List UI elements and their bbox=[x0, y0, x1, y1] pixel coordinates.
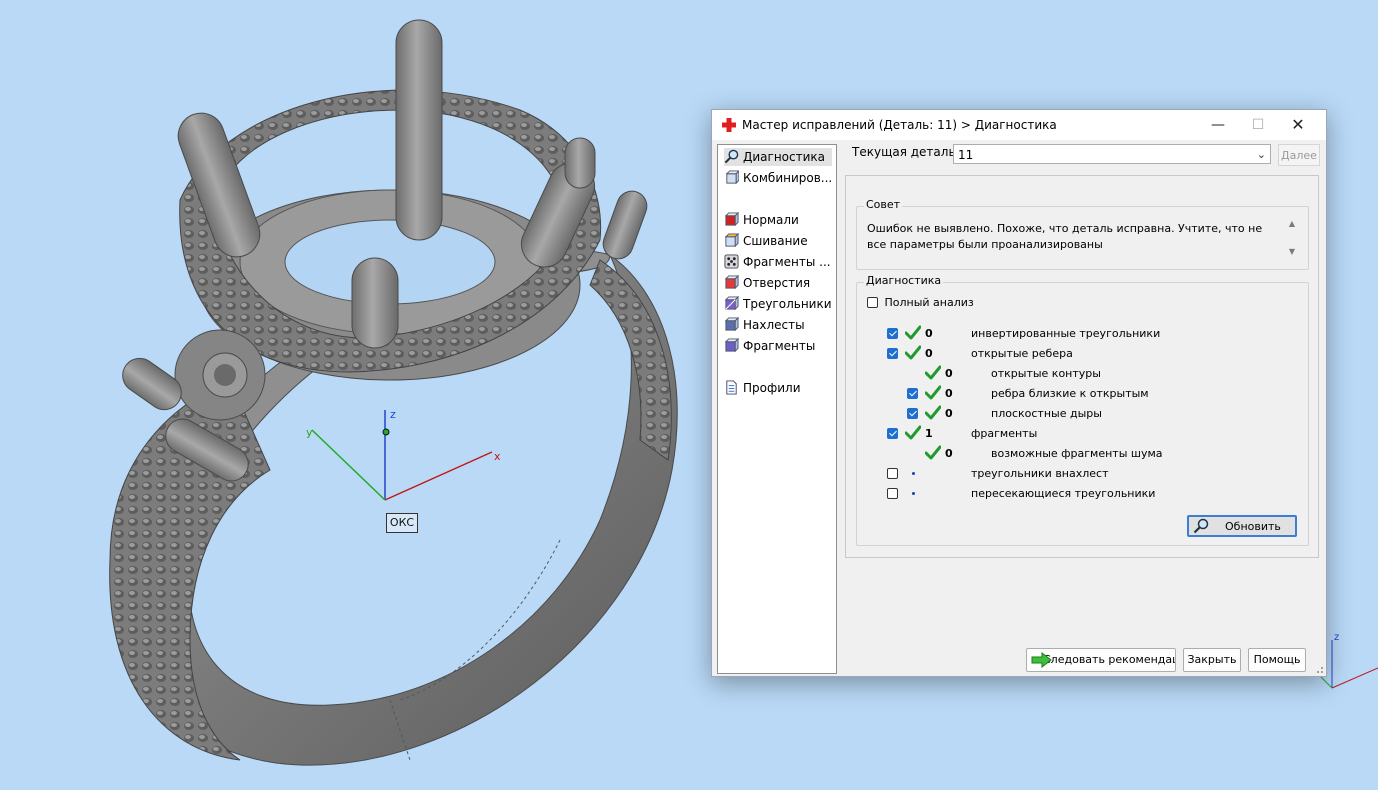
shells-cube-icon bbox=[724, 338, 739, 353]
pending-dot-icon bbox=[912, 472, 915, 475]
dialog-title: Мастер исправлений (Деталь: 11) > Диагно… bbox=[742, 118, 1057, 132]
y-axis-label: y bbox=[306, 426, 313, 439]
diagnostic-count: 0 bbox=[945, 407, 953, 420]
diagnostic-row: 0 плоскостные дыры bbox=[857, 405, 1297, 423]
green-check-icon bbox=[925, 365, 941, 380]
diagnostic-checkbox[interactable] bbox=[887, 468, 898, 479]
title-bar[interactable]: Мастер исправлений (Деталь: 11) > Диагно… bbox=[712, 110, 1326, 140]
diagnostic-row: 0 открытые ребера bbox=[857, 345, 1297, 363]
corner-z-label: z bbox=[1334, 632, 1339, 643]
diagnostic-checkbox[interactable] bbox=[887, 428, 898, 439]
red-cross-icon bbox=[722, 118, 736, 132]
advice-title: Совет bbox=[864, 198, 903, 211]
green-check-icon bbox=[905, 345, 921, 360]
full-analysis-checkbox[interactable] bbox=[867, 297, 878, 308]
follow-label: Следовать рекомендациям bbox=[1043, 653, 1175, 666]
diagnostic-label: возможные фрагменты шума bbox=[991, 447, 1163, 460]
refresh-label: Обновить bbox=[1225, 520, 1281, 533]
scroll-down-arrow-icon[interactable]: ▼ bbox=[1285, 247, 1299, 256]
green-check-icon bbox=[925, 385, 941, 400]
diagnostic-label: открытые контуры bbox=[991, 367, 1101, 380]
diagnostic-count: 0 bbox=[945, 387, 953, 400]
diagnostic-row: треугольники внахлест bbox=[857, 465, 1297, 483]
normals-cube-icon bbox=[724, 212, 739, 227]
nav-item-triangles[interactable]: Треугольники bbox=[724, 295, 832, 313]
diagnostic-count: 0 bbox=[945, 447, 953, 460]
diagnostic-row: 0 возможные фрагменты шума bbox=[857, 445, 1297, 463]
advice-group: Совет Ошибок не выявлено. Похоже, что де… bbox=[856, 198, 1309, 270]
diagnostics-group: Диагностика Полный анализ 0 инвертированн… bbox=[856, 274, 1309, 546]
nav-item-normals[interactable]: Нормали bbox=[724, 211, 832, 229]
green-check-icon bbox=[925, 405, 941, 420]
oks-label: ОКС bbox=[386, 513, 418, 533]
diagnostic-checkbox[interactable] bbox=[887, 488, 898, 499]
diagnostic-label: пересекающиеся треугольники bbox=[971, 487, 1156, 500]
fragments-dice-icon bbox=[724, 254, 739, 269]
nav-item-diagnostics[interactable]: Диагностика bbox=[724, 148, 832, 166]
nav-item-profiles[interactable]: Профили bbox=[724, 379, 832, 397]
minimize-button[interactable]: — bbox=[1198, 110, 1238, 140]
diagnostic-row: 0 ребра близкие к открытым bbox=[857, 385, 1297, 403]
close-button[interactable]: Закрыть bbox=[1183, 648, 1241, 672]
diagnostic-label: фрагменты bbox=[971, 427, 1038, 440]
next-button[interactable]: Далее bbox=[1278, 144, 1320, 166]
z-axis-label: z bbox=[390, 408, 396, 421]
profile-document-icon bbox=[726, 380, 737, 395]
diagnostic-checkbox[interactable] bbox=[907, 388, 918, 399]
diagnostic-row: пересекающиеся треугольники bbox=[857, 485, 1297, 503]
wizard-nav: Диагностика Комбиниров... Нормали Сшиван… bbox=[717, 144, 837, 674]
diagnostic-row: 0 инвертированные треугольники bbox=[857, 325, 1297, 343]
follow-recommendations-button[interactable]: Следовать рекомендациям bbox=[1026, 648, 1176, 672]
repair-wizard-dialog: Мастер исправлений (Деталь: 11) > Диагно… bbox=[711, 109, 1327, 677]
nav-item-combine[interactable]: Комбиниров... bbox=[724, 169, 832, 187]
combine-cube-icon bbox=[725, 170, 739, 185]
close-window-button[interactable]: ✕ bbox=[1278, 110, 1318, 140]
nav-item-fragments-noise[interactable]: Фрагменты ... bbox=[724, 253, 832, 271]
x-axis-label: x bbox=[494, 450, 501, 463]
magnifier-icon bbox=[724, 149, 739, 164]
green-check-icon bbox=[905, 325, 921, 340]
diagnostic-count: 0 bbox=[945, 367, 953, 380]
holes-cube-icon bbox=[724, 275, 739, 290]
diagnostic-checkbox[interactable] bbox=[887, 348, 898, 359]
help-button[interactable]: Помощь bbox=[1248, 648, 1306, 672]
resize-grip-icon[interactable] bbox=[1314, 664, 1324, 674]
current-part-label: Текущая деталь: bbox=[852, 145, 960, 159]
scroll-up-arrow-icon[interactable]: ▲ bbox=[1285, 219, 1299, 228]
current-part-value: 11 bbox=[958, 148, 974, 162]
diagnostics-page: Совет Ошибок не выявлено. Похоже, что де… bbox=[845, 175, 1319, 558]
diagnostic-count: 0 bbox=[925, 347, 933, 360]
nav-item-stitch[interactable]: Сшивание bbox=[724, 232, 832, 250]
magnifier-icon bbox=[1193, 518, 1209, 534]
full-analysis-option[interactable]: Полный анализ bbox=[867, 296, 974, 309]
diagnostic-label: инвертированные треугольники bbox=[971, 327, 1161, 340]
triangles-cube-icon bbox=[724, 296, 739, 311]
diagnostic-row: 0 открытые контуры bbox=[857, 365, 1297, 383]
maximize-button[interactable]: ☐ bbox=[1238, 110, 1278, 140]
current-part-select[interactable]: 11 ⌄ bbox=[953, 144, 1271, 164]
diagnostic-checkbox[interactable] bbox=[887, 328, 898, 339]
diagnostic-count: 0 bbox=[925, 327, 933, 340]
overlaps-cube-icon bbox=[724, 317, 739, 332]
diagnostic-label: плоскостные дыры bbox=[991, 407, 1102, 420]
diagnostic-checkbox[interactable] bbox=[907, 408, 918, 419]
green-check-icon bbox=[905, 425, 921, 440]
diagnostic-label: ребра близкие к открытым bbox=[991, 387, 1149, 400]
stitch-cube-icon bbox=[724, 233, 739, 248]
diagnostic-label: открытые ребера bbox=[971, 347, 1073, 360]
full-analysis-label: Полный анализ bbox=[884, 296, 974, 309]
chevron-down-icon: ⌄ bbox=[1256, 148, 1266, 161]
refresh-button[interactable]: Обновить bbox=[1187, 515, 1297, 537]
advice-text: Ошибок не выявлено. Похоже, что деталь и… bbox=[867, 222, 1263, 251]
diagnostics-title: Диагностика bbox=[864, 274, 944, 287]
pending-dot-icon bbox=[912, 492, 915, 495]
diagnostic-count: 1 bbox=[925, 427, 933, 440]
nav-item-shells[interactable]: Фрагменты bbox=[724, 337, 832, 355]
green-arrow-icon bbox=[1031, 652, 1052, 668]
diagnostic-label: треугольники внахлест bbox=[971, 467, 1109, 480]
nav-item-holes[interactable]: Отверстия bbox=[724, 274, 832, 292]
nav-item-overlaps[interactable]: Нахлесты bbox=[724, 316, 832, 334]
diagnostic-row: 1 фрагменты bbox=[857, 425, 1297, 443]
green-check-icon bbox=[925, 445, 941, 460]
